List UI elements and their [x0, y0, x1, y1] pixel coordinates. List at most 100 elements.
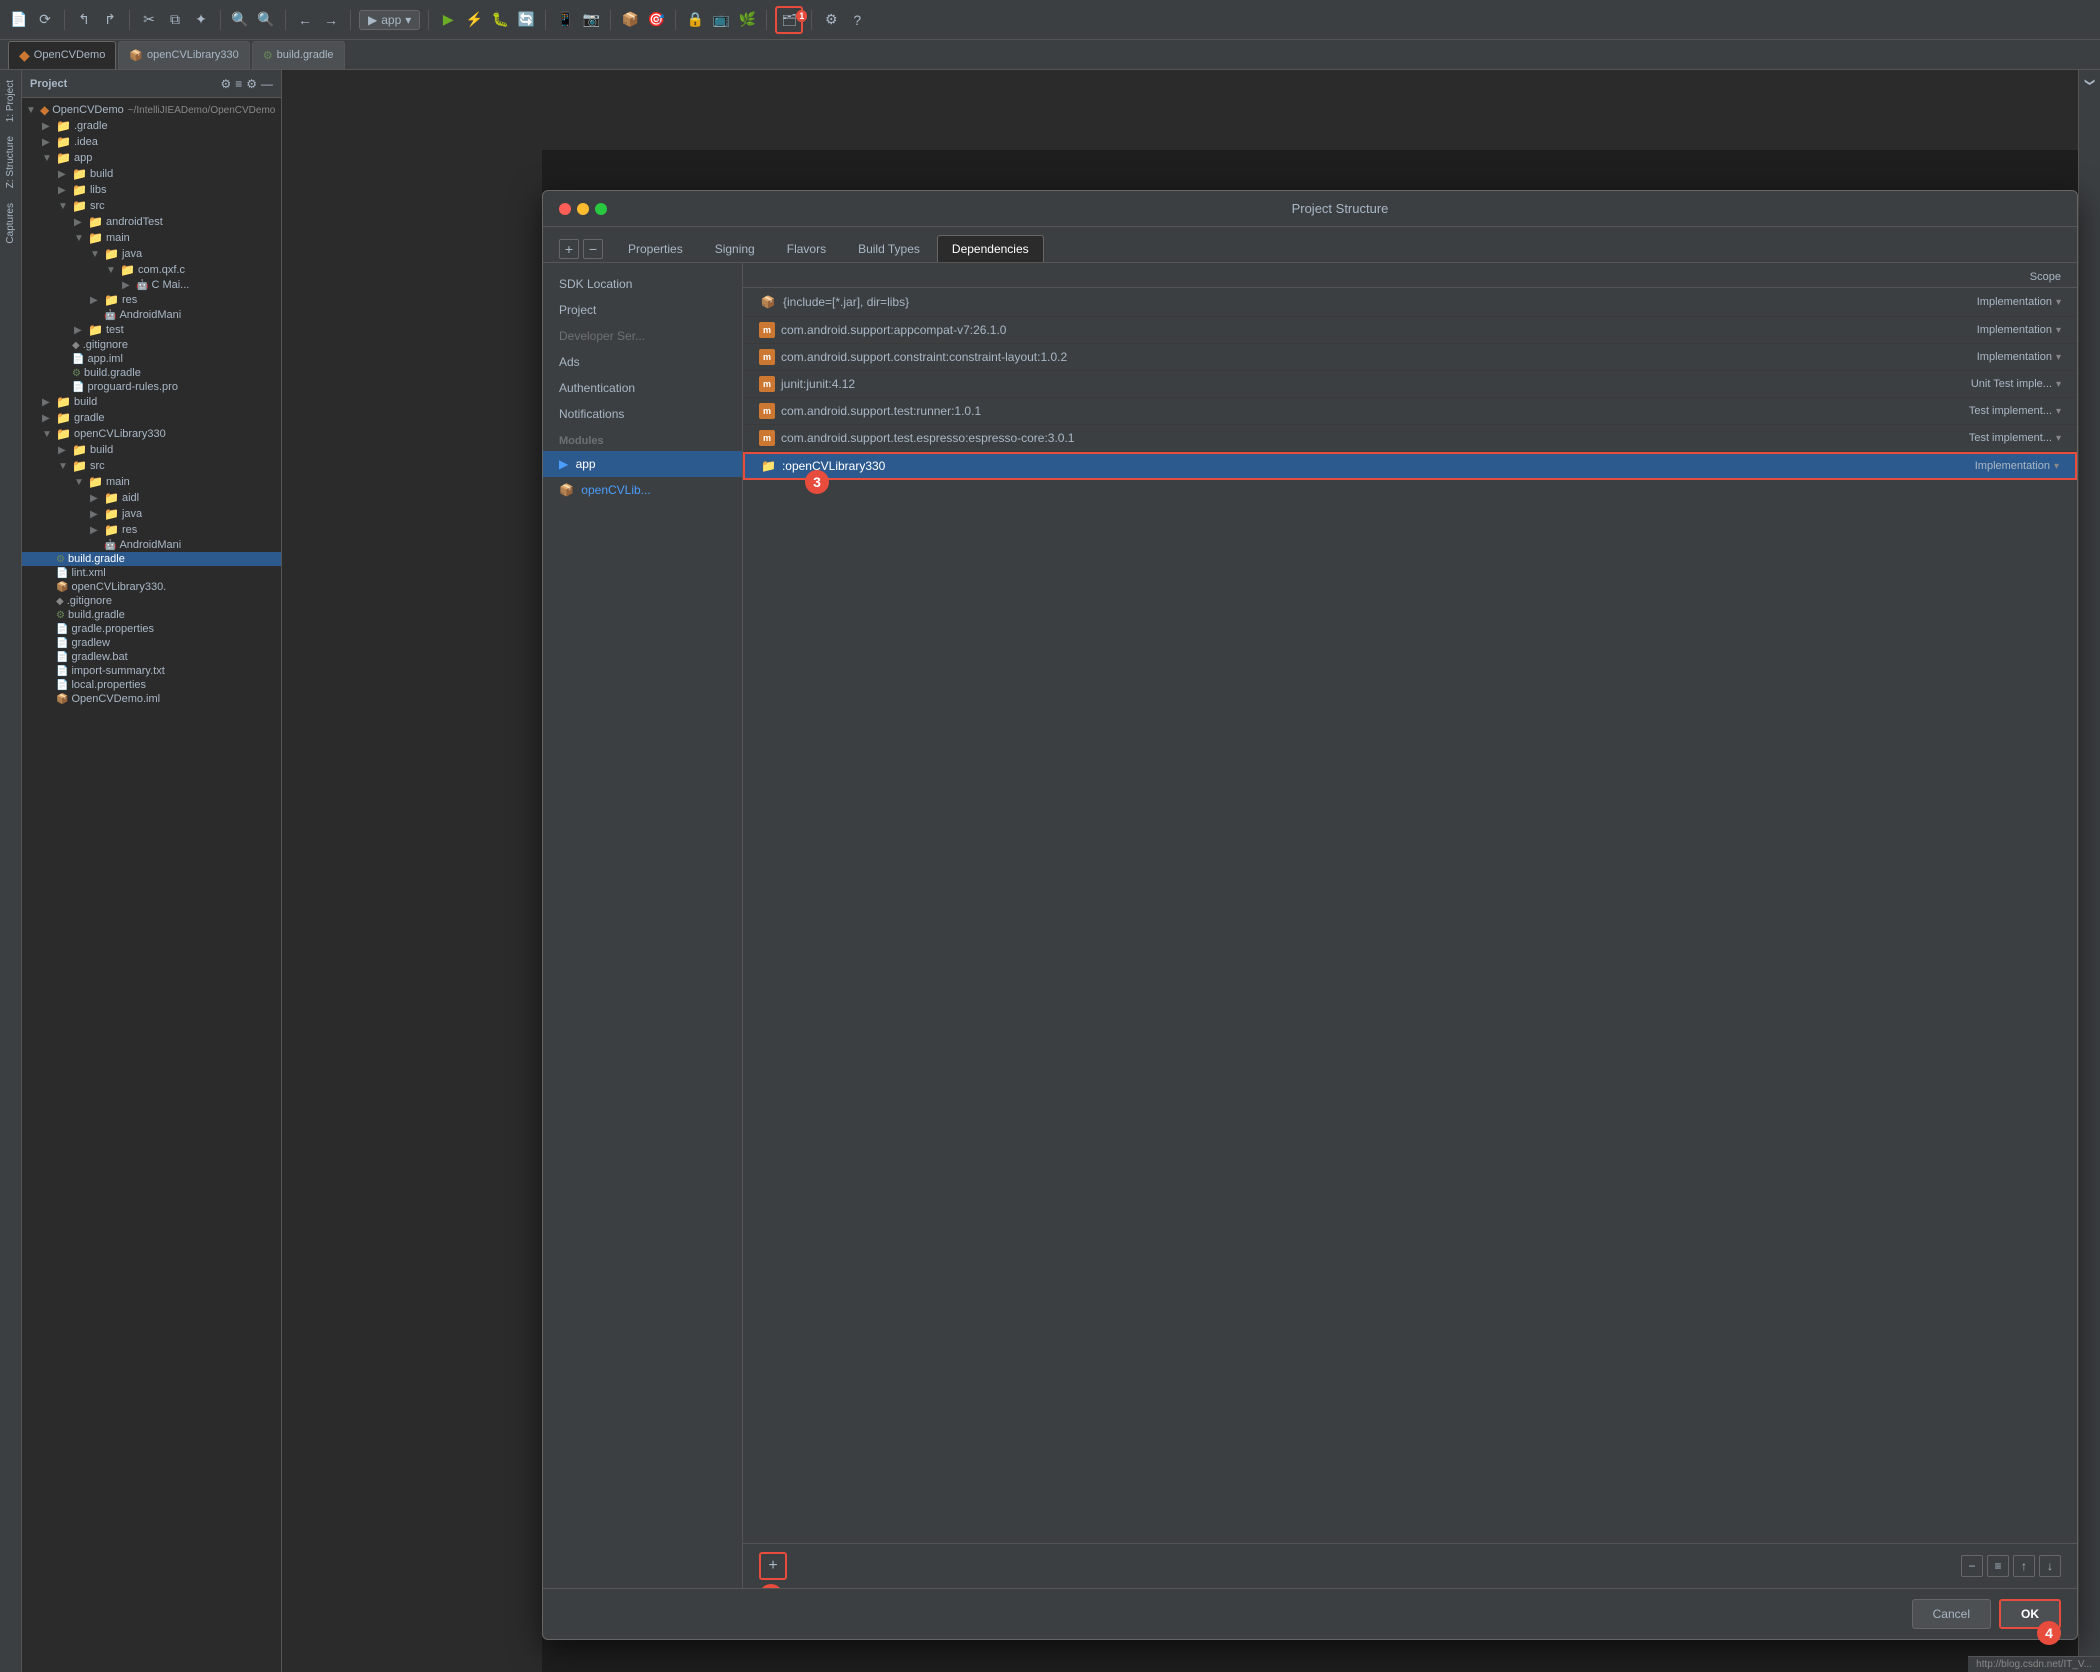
- tab-signing[interactable]: Signing: [700, 235, 770, 262]
- dep-scope-3[interactable]: Unit Test imple... ▾: [1911, 378, 2061, 390]
- dialog-remove-btn[interactable]: −: [583, 239, 603, 259]
- tree-item-buildgradle2[interactable]: ⚙ build.gradle: [22, 608, 281, 622]
- toolbar-icon-cut[interactable]: ✂: [138, 9, 160, 31]
- dep-scope-5[interactable]: Test implement... ▾: [1911, 432, 2061, 444]
- tree-item-test[interactable]: ▶ 📁 test: [22, 322, 281, 338]
- dep-row-1[interactable]: m com.android.support:appcompat-v7:26.1.…: [743, 317, 2077, 344]
- panel-gear-icon[interactable]: ⚙: [220, 77, 231, 91]
- tree-item-gradleprop[interactable]: 📄 gradle.properties: [22, 622, 281, 636]
- nav-ads[interactable]: Ads: [543, 349, 742, 375]
- tree-item-opencvlib-build[interactable]: ▶ 📁 build: [22, 442, 281, 458]
- side-tab-structure[interactable]: Z: Structure: [2, 130, 19, 194]
- panel-settings-icon[interactable]: ⚙: [246, 77, 257, 91]
- tree-item-androidtest[interactable]: ▶ 📁 androidTest: [22, 214, 281, 230]
- nav-sdk-location[interactable]: SDK Location: [543, 271, 742, 297]
- nav-notifications[interactable]: Notifications: [543, 401, 742, 427]
- tab-buildgradle[interactable]: ⚙ build.gradle: [252, 41, 345, 69]
- tab-properties[interactable]: Properties: [613, 235, 698, 262]
- tree-item-androidmanifest[interactable]: 🤖 AndroidMani: [22, 308, 281, 322]
- side-tab-project[interactable]: 1: Project: [2, 74, 19, 128]
- nav-project[interactable]: Project: [543, 297, 742, 323]
- tree-item-lintxml[interactable]: 📄 lint.xml: [22, 566, 281, 580]
- tree-item-proguard[interactable]: 📄 proguard-rules.pro: [22, 380, 281, 394]
- tree-item-gradlew[interactable]: 📄 gradlew: [22, 636, 281, 650]
- tree-item-appiml[interactable]: 📄 app.iml: [22, 352, 281, 366]
- nav-module-opencvlib[interactable]: 📦 openCVLib...: [543, 477, 742, 503]
- tree-item-libs[interactable]: ▶ 📁 libs: [22, 182, 281, 198]
- toolbar-icon-git[interactable]: 🌿: [736, 9, 758, 31]
- bottom-nav-move-down-btn[interactable]: ↓: [2039, 1555, 2061, 1577]
- tree-item-localprop[interactable]: 📄 local.properties: [22, 678, 281, 692]
- dialog-minimize-btn[interactable]: [577, 203, 589, 215]
- toolbar-icon-file[interactable]: 📄: [8, 9, 30, 31]
- tab-dependencies[interactable]: Dependencies: [937, 235, 1044, 262]
- nav-module-app[interactable]: ▶ app: [543, 451, 742, 477]
- dep-scope-2[interactable]: Implementation ▾: [1911, 351, 2061, 363]
- tree-item-gitignore1[interactable]: ◆ .gitignore: [22, 338, 281, 352]
- tree-item-gradle-hidden[interactable]: ▶ 📁 .gradle: [22, 118, 281, 134]
- bottom-nav-down-btn[interactable]: ≡: [1987, 1555, 2009, 1577]
- tree-item-importsummary[interactable]: 📄 import-summary.txt: [22, 664, 281, 678]
- side-tab-captures[interactable]: Captures: [2, 197, 19, 250]
- cancel-button[interactable]: Cancel: [1912, 1599, 1991, 1629]
- panel-collapse-icon[interactable]: —: [261, 77, 273, 91]
- tree-item-build-root[interactable]: ▶ 📁 build: [22, 394, 281, 410]
- toolbar-icon-paste[interactable]: ✦: [190, 9, 212, 31]
- dep-row-2[interactable]: m com.android.support.constraint:constra…: [743, 344, 2077, 371]
- dep-scope-4[interactable]: Test implement... ▾: [1911, 405, 2061, 417]
- toolbar-icon-pkg[interactable]: 📦: [619, 9, 641, 31]
- dialog-maximize-btn[interactable]: [595, 203, 607, 215]
- dialog-close-btn[interactable]: [559, 203, 571, 215]
- toolbar-icon-search2[interactable]: 🔍: [255, 9, 277, 31]
- dep-row-4[interactable]: m com.android.support.test:runner:1.0.1 …: [743, 398, 2077, 425]
- toolbar-icon-target[interactable]: 🎯: [645, 9, 667, 31]
- tree-item-opencvlib-src[interactable]: ▼ 📁 src: [22, 458, 281, 474]
- tree-item-app[interactable]: ▼ 📁 app: [22, 150, 281, 166]
- toolbar-icon-settings[interactable]: ⚙: [820, 9, 842, 31]
- side-tab-right-structure[interactable]: ❯: [2081, 70, 2098, 94]
- toolbar-device-btn[interactable]: 📱: [554, 9, 576, 31]
- bottom-nav-up-btn[interactable]: −: [1961, 1555, 1983, 1577]
- panel-filter-icon[interactable]: ≡: [235, 77, 242, 91]
- toolbar-icon-monitor[interactable]: 📺: [710, 9, 732, 31]
- toolbar-icon-redo[interactable]: ↱: [99, 9, 121, 31]
- tree-item-aidl[interactable]: ▶ 📁 aidl: [22, 490, 281, 506]
- toolbar-camera-btn[interactable]: 📷: [580, 9, 602, 31]
- nav-authentication[interactable]: Authentication: [543, 375, 742, 401]
- tree-item-com[interactable]: ▼ 📁 com.qxf.c: [22, 262, 281, 278]
- tree-item-opencvlib[interactable]: ▼ 📁 openCVLibrary330: [22, 426, 281, 442]
- tree-item-gradle-root[interactable]: ▶ 📁 gradle: [22, 410, 281, 426]
- dep-scope-1[interactable]: Implementation ▾: [1911, 324, 2061, 336]
- tree-root[interactable]: ▼ ◆ OpenCVDemo ~/IntelliJIEADemo/OpenCVD…: [22, 102, 281, 118]
- dep-row-6[interactable]: 📁 :openCVLibrary330 Implementation ▾ 3: [743, 452, 2077, 480]
- toolbar-icon-search1[interactable]: 🔍: [229, 9, 251, 31]
- tree-item-buildgradle-root[interactable]: ⚙ build.gradle: [22, 552, 281, 566]
- tree-item-opencvlib-java[interactable]: ▶ 📁 java: [22, 506, 281, 522]
- dep-scope-0[interactable]: Implementation ▾: [1911, 296, 2061, 308]
- tree-item-opencvdemo-iml[interactable]: 📦 OpenCVDemo.iml: [22, 692, 281, 706]
- tab-flavors[interactable]: Flavors: [772, 235, 841, 262]
- tree-item-main-activity[interactable]: ▶ 🤖 C Mai...: [22, 278, 281, 292]
- tree-item-idea[interactable]: ▶ 📁 .idea: [22, 134, 281, 150]
- tree-item-build1[interactable]: ▶ 📁 build: [22, 166, 281, 182]
- toolbar-icon-sync[interactable]: ⟳: [34, 9, 56, 31]
- dep-row-5[interactable]: m com.android.support.test.espresso:espr…: [743, 425, 2077, 452]
- app-selector[interactable]: ▶ app ▾: [359, 10, 420, 30]
- tree-item-java[interactable]: ▼ 📁 java: [22, 246, 281, 262]
- tree-item-opencvlib-manifest[interactable]: 🤖 AndroidMani: [22, 538, 281, 552]
- dep-row-0[interactable]: 📦 {include=[*.jar], dir=libs} Implementa…: [743, 288, 2077, 317]
- tree-item-main[interactable]: ▼ 📁 main: [22, 230, 281, 246]
- tab-opencvlibrary[interactable]: 📦 openCVLibrary330: [118, 41, 249, 69]
- toolbar-debug-btn[interactable]: 🐛: [489, 9, 511, 31]
- tree-item-opencvlib-iml[interactable]: 📦 openCVLibrary330.: [22, 580, 281, 594]
- bottom-nav-move-up-btn[interactable]: ↑: [2013, 1555, 2035, 1577]
- dep-scope-6[interactable]: Implementation ▾: [1909, 460, 2059, 472]
- bottom-add-dependency-btn[interactable]: +: [759, 1552, 787, 1580]
- toolbar-icon-undo[interactable]: ↰: [73, 9, 95, 31]
- toolbar-icon-back[interactable]: ←: [294, 9, 316, 31]
- dep-row-3[interactable]: m junit:junit:4.12 Unit Test imple... ▾: [743, 371, 2077, 398]
- tree-item-src[interactable]: ▼ 📁 src: [22, 198, 281, 214]
- tree-item-opencvlib-main[interactable]: ▼ 📁 main: [22, 474, 281, 490]
- tree-item-gitignore2[interactable]: ◆ .gitignore: [22, 594, 281, 608]
- toolbar-icon-copy[interactable]: ⧉: [164, 9, 186, 31]
